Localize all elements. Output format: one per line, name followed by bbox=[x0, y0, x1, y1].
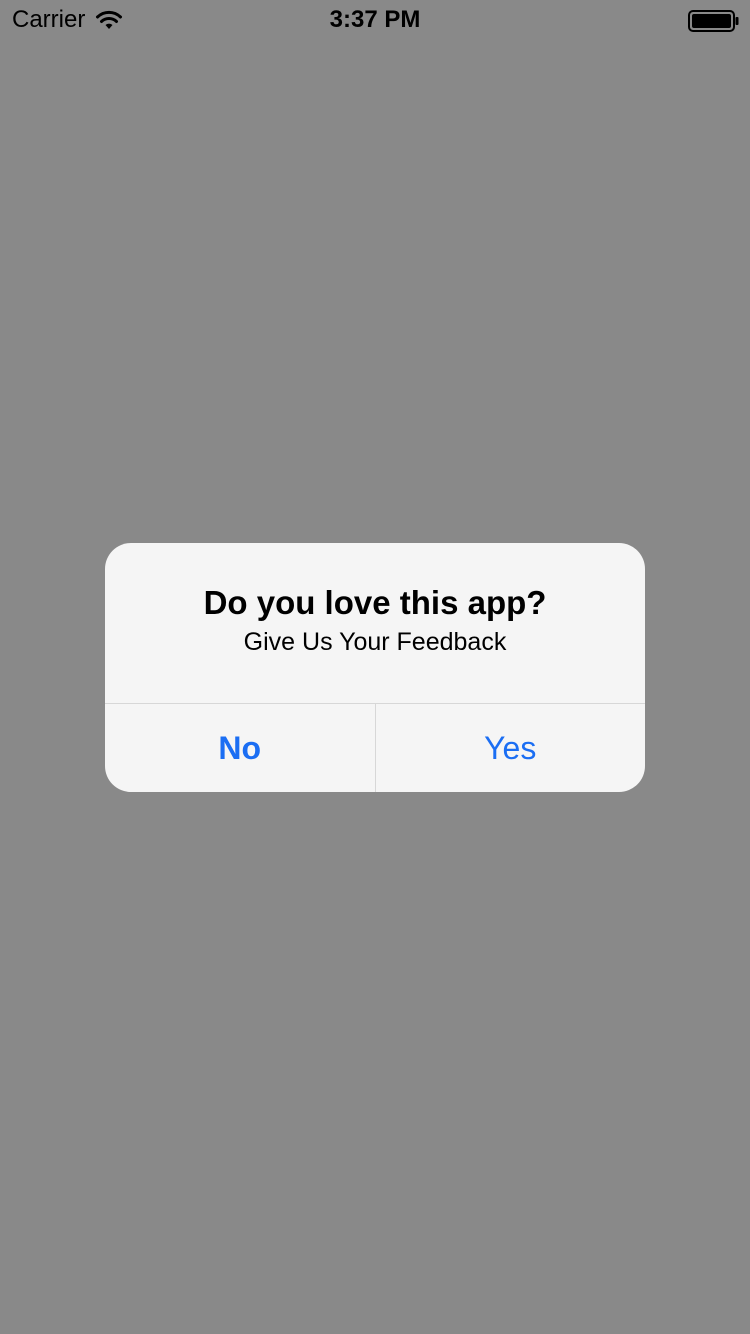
alert-actions: No Yes bbox=[105, 704, 645, 792]
alert-message: Give Us Your Feedback bbox=[243, 628, 507, 656]
yes-button[interactable]: Yes bbox=[376, 704, 646, 792]
alert-title: Do you love this app? bbox=[203, 584, 547, 621]
alert-body: Do you love this app? Give Us Your Feedb… bbox=[105, 543, 645, 703]
battery-full-icon bbox=[688, 10, 739, 32]
feedback-alert-dialog: Do you love this app? Give Us Your Feedb… bbox=[105, 543, 645, 792]
status-time: 3:37 PM bbox=[329, 6, 421, 33]
status-bar: Carrier 3:37 PM bbox=[0, 0, 750, 40]
no-button[interactable]: No bbox=[105, 704, 375, 792]
